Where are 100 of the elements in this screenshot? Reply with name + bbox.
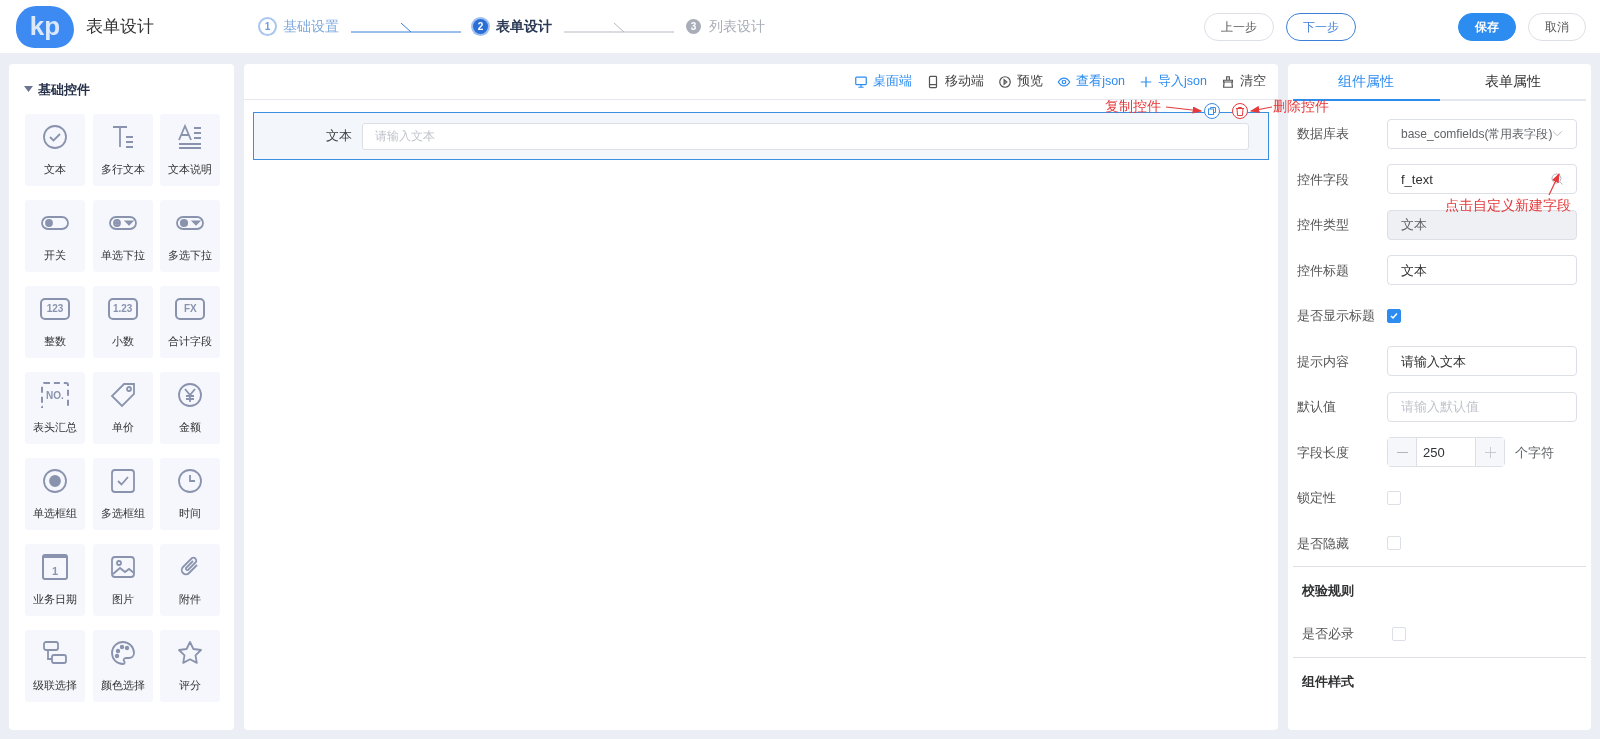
toolbar-button[interactable]: 查看json <box>1057 72 1126 91</box>
plus-icon[interactable] <box>1475 438 1504 467</box>
tile-label: 多选框组 <box>100 505 145 521</box>
minus-icon[interactable] <box>1388 438 1417 467</box>
unit-label: 个字符 <box>1515 443 1554 462</box>
control-tile[interactable]: 单选下拉 <box>92 199 153 272</box>
toolbar-button[interactable]: 清空 <box>1221 72 1266 91</box>
tile-label: 文本说明 <box>168 161 213 177</box>
property-label: 是否显示标题 <box>1297 307 1376 325</box>
toolbar-button[interactable]: 移动端 <box>926 72 985 91</box>
tile-label: 时间 <box>179 505 202 521</box>
control-tile[interactable]: 单价 <box>92 371 153 444</box>
input-field[interactable]: 文本 <box>1387 255 1577 286</box>
tile-label: 合计字段 <box>168 333 213 349</box>
tile-label: 级联选择 <box>33 677 77 693</box>
control-tile[interactable]: 文本 <box>25 113 85 186</box>
section-title: 组件样式 <box>1302 672 1355 691</box>
property-label: 控件字段 <box>1297 170 1350 189</box>
control-tile[interactable]: 颜色选择 <box>92 629 153 702</box>
control-tile[interactable]: 多行文本 <box>92 113 153 186</box>
control-tile[interactable]: 图片 <box>92 543 153 616</box>
step-label[interactable]: 表单设计 <box>496 16 552 37</box>
text-input[interactable]: 请输入文本 <box>362 122 1249 150</box>
property-label: 数据库表 <box>1297 125 1350 143</box>
control-tile[interactable]: NO. 表头汇总 <box>25 371 85 444</box>
logo: kp <box>16 5 74 48</box>
input-field[interactable]: 请输入默认值 <box>1387 391 1577 422</box>
broom-icon <box>1221 74 1235 89</box>
control-tile[interactable]: 单选框组 <box>25 457 85 530</box>
tile-label: 文本 <box>44 161 66 177</box>
control-tile[interactable]: 级联选择 <box>25 629 85 702</box>
field-input[interactable]: f_text <box>1387 164 1577 195</box>
property-label: 字段长度 <box>1297 443 1350 462</box>
tile-label: 评分 <box>179 677 202 693</box>
property-label: 默认值 <box>1297 398 1337 416</box>
panel-tab[interactable]: 组件属性 <box>1293 64 1440 101</box>
play-icon <box>998 74 1013 89</box>
table-select[interactable]: base_comfields(常用表字段) <box>1387 118 1577 149</box>
control-tile[interactable]: 时间 <box>160 457 221 530</box>
property-label: 提示内容 <box>1297 352 1350 371</box>
control-tile[interactable]: FX 合计字段 <box>160 285 221 358</box>
section-title: 校验规则 <box>1302 582 1355 600</box>
section-title: 基础控件 <box>38 81 90 99</box>
calendar-icon: 1 <box>42 553 68 580</box>
caret-icon[interactable] <box>24 86 33 94</box>
tile-label: 多选下拉 <box>168 247 213 263</box>
tile-label: 开关 <box>44 247 66 263</box>
tile-label: 单选框组 <box>33 505 77 521</box>
property-label: 是否必录 <box>1302 625 1355 643</box>
number-badge-icon: FX <box>175 297 206 320</box>
checkmark-icon <box>1389 310 1399 321</box>
input-field[interactable]: 请输入文本 <box>1387 346 1577 377</box>
tile-label: 整数 <box>44 333 66 349</box>
field-label: 文本 <box>325 127 353 146</box>
checkbox[interactable] <box>1387 308 1401 323</box>
plus-icon <box>1139 74 1154 89</box>
control-tile[interactable]: 1.23 小数 <box>92 285 153 358</box>
property-label: 控件标题 <box>1297 261 1350 280</box>
header-button[interactable]: 上一步 <box>1204 12 1274 41</box>
control-tile[interactable]: 附件 <box>160 543 221 616</box>
control-tile[interactable]: 多选下拉 <box>160 199 221 272</box>
step-number: 2 <box>473 19 488 34</box>
tile-label: 图片 <box>111 591 134 607</box>
search-icon <box>1551 173 1563 186</box>
tile-label: 小数 <box>111 333 134 349</box>
control-tile[interactable]: 文本说明 <box>160 113 221 186</box>
step-number: 3 <box>686 19 701 34</box>
page-title: 表单设计 <box>86 15 154 38</box>
panel-tab[interactable]: 表单属性 <box>1439 64 1586 101</box>
control-tile[interactable]: 开关 <box>25 199 85 272</box>
tile-label: 多行文本 <box>100 161 145 177</box>
number-badge-icon: 123 <box>40 297 70 320</box>
tile-label: 颜色选择 <box>100 677 145 693</box>
tile-label: 单价 <box>111 419 134 435</box>
control-tile[interactable]: 123 整数 <box>25 285 85 358</box>
toolbar-button[interactable]: 预览 <box>998 72 1044 91</box>
arrow <box>1165 106 1203 114</box>
form-row[interactable]: 文本 请输入文本 <box>253 112 1269 160</box>
control-tile[interactable]: 评分 <box>160 629 221 702</box>
tile-label: 业务日期 <box>33 591 77 607</box>
monitor-icon <box>854 74 869 89</box>
number-badge-icon: 1.23 <box>107 297 138 320</box>
toolbar-button[interactable]: 桌面端 <box>854 72 913 91</box>
tile-label: 表头汇总 <box>33 419 77 435</box>
tile-label: 附件 <box>179 591 202 607</box>
arrow <box>1249 105 1273 113</box>
eye-icon <box>1057 74 1072 89</box>
property-label: 锁定性 <box>1297 489 1337 507</box>
toolbar-button[interactable]: 导入json <box>1139 72 1207 91</box>
number-stepper[interactable]: 250 <box>1387 437 1505 468</box>
control-tile[interactable]: 多选框组 <box>92 457 153 530</box>
receipt-icon: NO. <box>41 381 69 408</box>
property-label: 是否隐藏 <box>1297 534 1350 553</box>
control-tile[interactable]: 金额 <box>160 371 221 444</box>
property-label: 控件类型 <box>1297 216 1350 234</box>
header-button[interactable]: 下一步 <box>1286 12 1356 41</box>
header-button[interactable]: 取消 <box>1528 12 1586 41</box>
stepper-value: 250 <box>1422 443 1446 462</box>
control-tile[interactable]: 1 业务日期 <box>25 543 85 616</box>
tile-label: 金额 <box>179 419 202 435</box>
